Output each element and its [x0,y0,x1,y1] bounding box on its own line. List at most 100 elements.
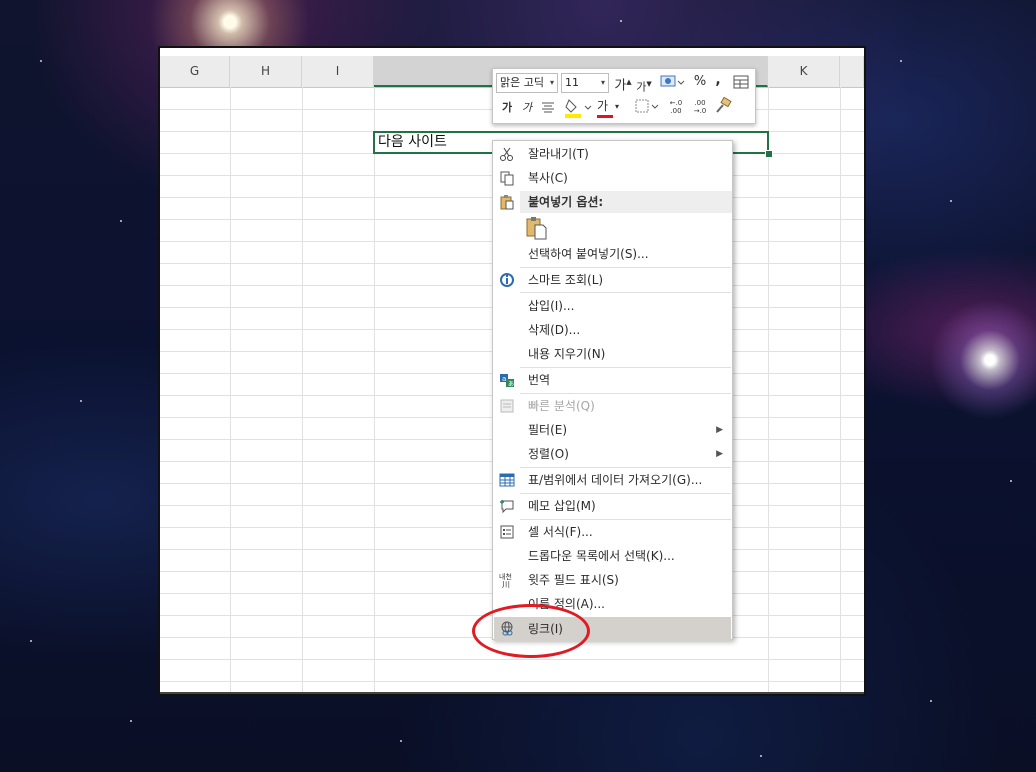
column-header-k[interactable]: K [768,56,840,87]
increase-font-label: 가 [614,78,627,94]
translate-icon: a あ [500,374,514,388]
phonetic-icon: 내천 川 [499,572,512,588]
percent-style-button[interactable]: % [691,73,709,93]
menu-item-insert[interactable]: 삽입(I)... [494,294,731,318]
fill-handle[interactable] [765,150,773,158]
menu-item-label: 정렬(O) [528,447,569,461]
font-name-select[interactable]: 맑은 고딕 ▾ [496,73,558,93]
menu-item-label: 윗주 필드 표시(S) [528,573,619,587]
menu-item-smart-lookup[interactable]: 스마트 조회(L) [494,268,731,292]
decrease-font-label: 가 [636,80,647,94]
menu-item-label: 드롭다운 목록에서 선택(K)... [528,549,675,563]
context-menu: 잘라내기(T) 복사(C) 붙여넣기 옵션: 선택하여 붙여넣기(S)... 스… [492,140,733,641]
menu-item-label: 번역 [528,373,551,387]
format-painter-button[interactable] [713,96,733,117]
font-size-select[interactable]: 11 ▾ [561,73,609,93]
menu-item-pick-from-dropdown[interactable]: 드롭다운 목록에서 선택(K)... [494,544,731,568]
chevron-right-icon: ▶ [716,449,723,459]
column-header-h[interactable]: H [230,56,302,87]
row-gridline [160,681,864,682]
comma-style-button[interactable]: , [711,71,725,91]
menu-item-label: 셀 서식(F)... [528,525,593,539]
align-center-button[interactable] [539,99,557,119]
annotation-highlight-circle [472,604,590,658]
font-color-bar [597,115,613,118]
column-header-l[interactable] [840,56,864,87]
format-painter-icon [716,96,732,113]
window-bottom-border [160,692,864,694]
menu-item-label: 삽입(I)... [528,299,575,313]
paste-option-row [494,214,731,242]
table-icon [499,473,515,487]
menu-item-copy[interactable]: 복사(C) [494,166,731,190]
copy-icon [500,171,514,186]
chevron-down-icon: ▾ [549,78,554,87]
paste-options-header: 붙여넣기 옵션: [520,191,732,213]
scissors-icon [500,147,513,161]
font-color-letter: 가 [597,99,609,113]
chevron-right-icon: ▶ [716,425,723,435]
format-cells-icon [500,525,514,539]
column-gridline [302,87,303,692]
menu-item-label: 메모 삽입(M) [528,499,596,513]
menu-item-label: 선택하여 붙여넣기(S)... [528,247,649,261]
paste-icon [500,195,514,210]
paste-icon[interactable] [526,216,548,240]
column-gridline [768,87,769,692]
mini-toolbar: 맑은 고딕 ▾ 11 ▾ 가▲ 가▼ % , 가 가 가 ▾ ←.0 .00 .… [492,68,756,124]
font-name-value: 맑은 고딕 [500,76,544,89]
decrease-font-size-button[interactable]: 가▼ [635,75,653,95]
italic-button[interactable]: 가 [519,99,535,119]
menu-item-filter[interactable]: 필터(E) ▶ [494,418,731,442]
bold-button[interactable]: 가 [499,99,515,119]
menu-item-quick-analysis: 빠른 분석(Q) [494,394,731,418]
svg-text:あ: あ [508,381,514,388]
menu-item-delete[interactable]: 삭제(D)... [494,318,731,342]
menu-item-paste-special[interactable]: 선택하여 붙여넣기(S)... [494,242,731,266]
row-gridline [160,659,864,660]
align-center-icon [542,102,554,113]
menu-item-sort[interactable]: 정렬(O) ▶ [494,442,731,466]
menu-item-insert-comment[interactable]: 메모 삽입(M) [494,494,731,518]
column-header-i[interactable]: I [302,56,374,87]
column-gridline [230,87,231,692]
svg-text:川: 川 [502,580,510,588]
currency-icon [660,75,685,87]
decrease-decimal-button[interactable]: .00 →.0 [689,99,711,119]
smart-lookup-icon [500,273,514,287]
menu-separator [520,292,731,293]
chevron-down-icon: ▾ [600,78,605,87]
borders-button[interactable] [633,97,661,117]
menu-item-get-data-from-table[interactable]: 표/범위에서 데이터 가져오기(G)... [494,468,731,492]
menu-item-label: 스마트 조회(L) [528,273,604,287]
menu-item-cut[interactable]: 잘라내기(T) [494,142,731,166]
menu-item-clear-contents[interactable]: 내용 지우기(N) [494,342,731,366]
menu-item-label: 삭제(D)... [528,323,581,337]
menu-item-paste-options: 붙여넣기 옵션: [494,190,732,214]
menu-item-label: 잘라내기(T) [528,147,589,161]
increase-decimal-button[interactable]: ←.0 .00 [665,99,687,119]
accounting-format-button[interactable] [658,73,686,93]
font-color-button[interactable]: 가 ▾ [595,97,625,118]
menu-item-format-cells[interactable]: 셀 서식(F)... [494,520,731,544]
comment-icon [500,500,514,514]
font-size-value: 11 [565,76,579,89]
column-gridline [840,87,841,692]
increase-font-size-button[interactable]: 가▲ [613,73,633,93]
menu-item-label: 필터(E) [528,423,568,437]
fill-color-button[interactable] [563,97,593,118]
paint-bucket-icon [565,99,592,118]
chevron-down-icon: ▾ [615,102,620,111]
menu-item-label: 내용 지우기(N) [528,347,606,361]
svg-text:a: a [502,375,506,383]
column-gridline [374,87,375,692]
format-painter-table-button[interactable] [731,73,751,93]
column-header-g[interactable]: G [160,56,230,87]
menu-item-show-phonetic[interactable]: 내천 川 윗주 필드 표시(S) [494,568,731,592]
menu-item-translate[interactable]: a あ 번역 [494,368,731,392]
borders-icon [635,99,659,113]
menu-item-label: 빠른 분석(Q) [528,399,595,413]
menu-item-label: 표/범위에서 데이터 가져오기(G)... [528,473,703,487]
quick-analysis-icon [500,399,514,413]
table-style-icon [733,75,749,89]
